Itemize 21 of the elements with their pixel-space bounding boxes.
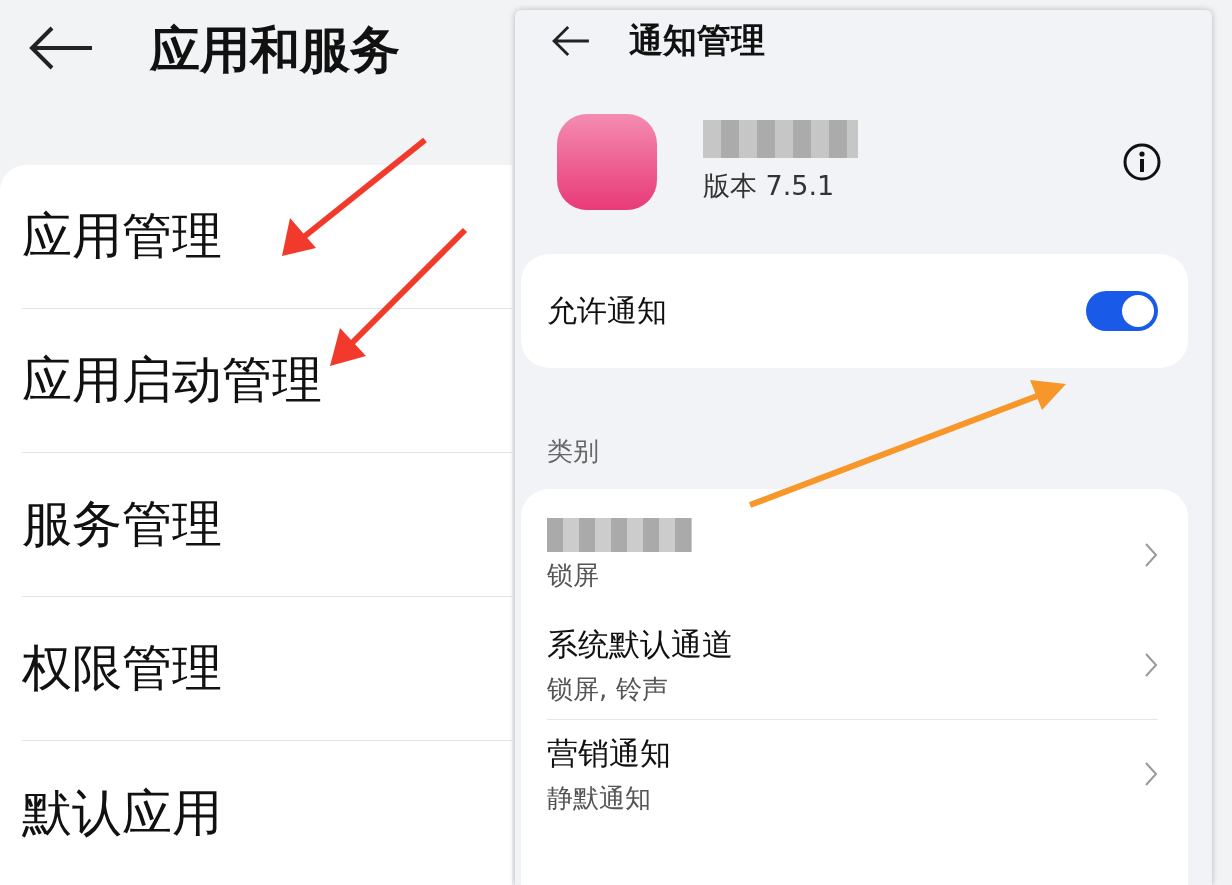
menu-item[interactable]: 权限管理 <box>22 597 512 741</box>
back-arrow-icon[interactable] <box>28 26 94 70</box>
app-icon <box>557 114 657 210</box>
page-title: 应用和服务 <box>150 20 400 81</box>
category-subtitle: 静默通知 <box>547 781 652 815</box>
menu-item[interactable]: 服务管理 <box>22 453 512 597</box>
chevron-icon[interactable] <box>1144 542 1158 568</box>
toggle-switch[interactable] <box>1086 291 1158 331</box>
chevron-icon[interactable] <box>1144 652 1158 678</box>
chevron-icon[interactable] <box>1144 761 1158 787</box>
menu-item[interactable]: 默认应用 <box>22 741 512 885</box>
category-title: 营销通知 <box>547 733 671 773</box>
category-subtitle: 锁屏 <box>547 558 600 592</box>
category-subtitle: 锁屏, 铃声 <box>547 672 669 706</box>
info-icon[interactable] <box>1122 142 1162 182</box>
category-title: 系统默认通道 <box>547 624 733 664</box>
section-label: 类别 <box>547 435 599 468</box>
page-title: 通知管理 <box>629 19 765 62</box>
back-arrow-icon[interactable] <box>551 25 591 57</box>
setting-label: 允许通知 <box>547 291 667 330</box>
app-version: 版本 7.5.1 <box>703 169 836 203</box>
